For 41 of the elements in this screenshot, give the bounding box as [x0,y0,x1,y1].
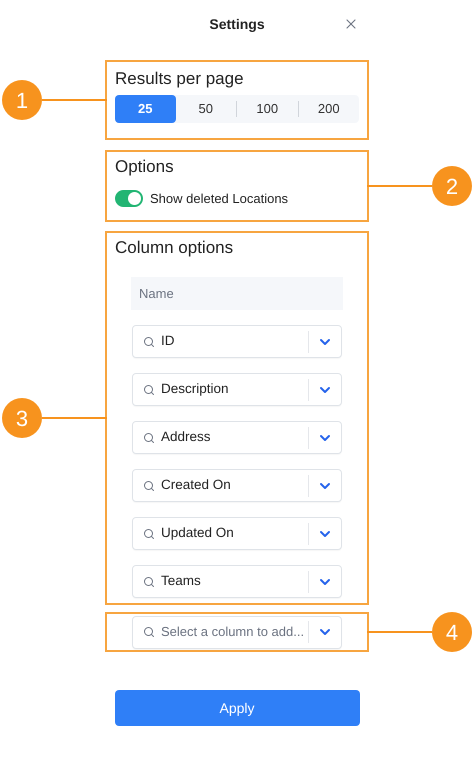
page-size-option[interactable]: 25 [115,95,176,123]
column-name: Updated On [161,524,235,542]
search-icon [143,480,155,492]
column-name: Description [161,380,230,398]
column-name: ID [161,332,176,350]
select-placeholder: Select a column to add... [161,623,306,642]
search-icon [143,528,155,540]
page-size-option[interactable]: 50 [176,95,236,123]
callout-badge: 1 [2,80,42,120]
leader-line [367,185,432,187]
column-select[interactable]: Updated On [132,517,342,550]
search-icon [143,626,155,638]
page-size-option[interactable]: 100 [237,95,298,123]
column-select[interactable]: Created On [132,469,342,502]
callout-badge: 2 [432,166,472,206]
section-heading: Options [115,156,175,178]
search-icon [143,384,155,396]
callout-badge: 4 [432,612,472,652]
column-select[interactable]: ID [132,325,342,358]
window-title: Settings [209,14,265,34]
search-icon [143,576,155,588]
search-icon [143,336,155,348]
column-select[interactable]: Teams [132,565,342,598]
column-name: Address [161,428,212,446]
section-heading: Column options [115,237,234,259]
search-icon [143,432,155,444]
toggle-label: Show deleted Locations [150,190,288,208]
column-select[interactable]: Description [132,373,342,406]
leader-line [42,417,107,419]
apply-button[interactable]: Apply [114,690,360,726]
leader-line [42,99,107,101]
column-name: Created On [161,476,232,494]
leader-line [367,631,432,633]
page-size-option[interactable]: 200 [298,95,359,123]
toggle-switch[interactable] [115,190,143,208]
fixed-column-field: Name [131,277,343,310]
callout-badge: 3 [2,398,42,438]
section-heading: Results per page [115,68,245,90]
column-select[interactable]: Select a column to add... [132,616,342,648]
column-select[interactable]: Address [132,421,342,454]
column-name: Teams [161,572,202,590]
